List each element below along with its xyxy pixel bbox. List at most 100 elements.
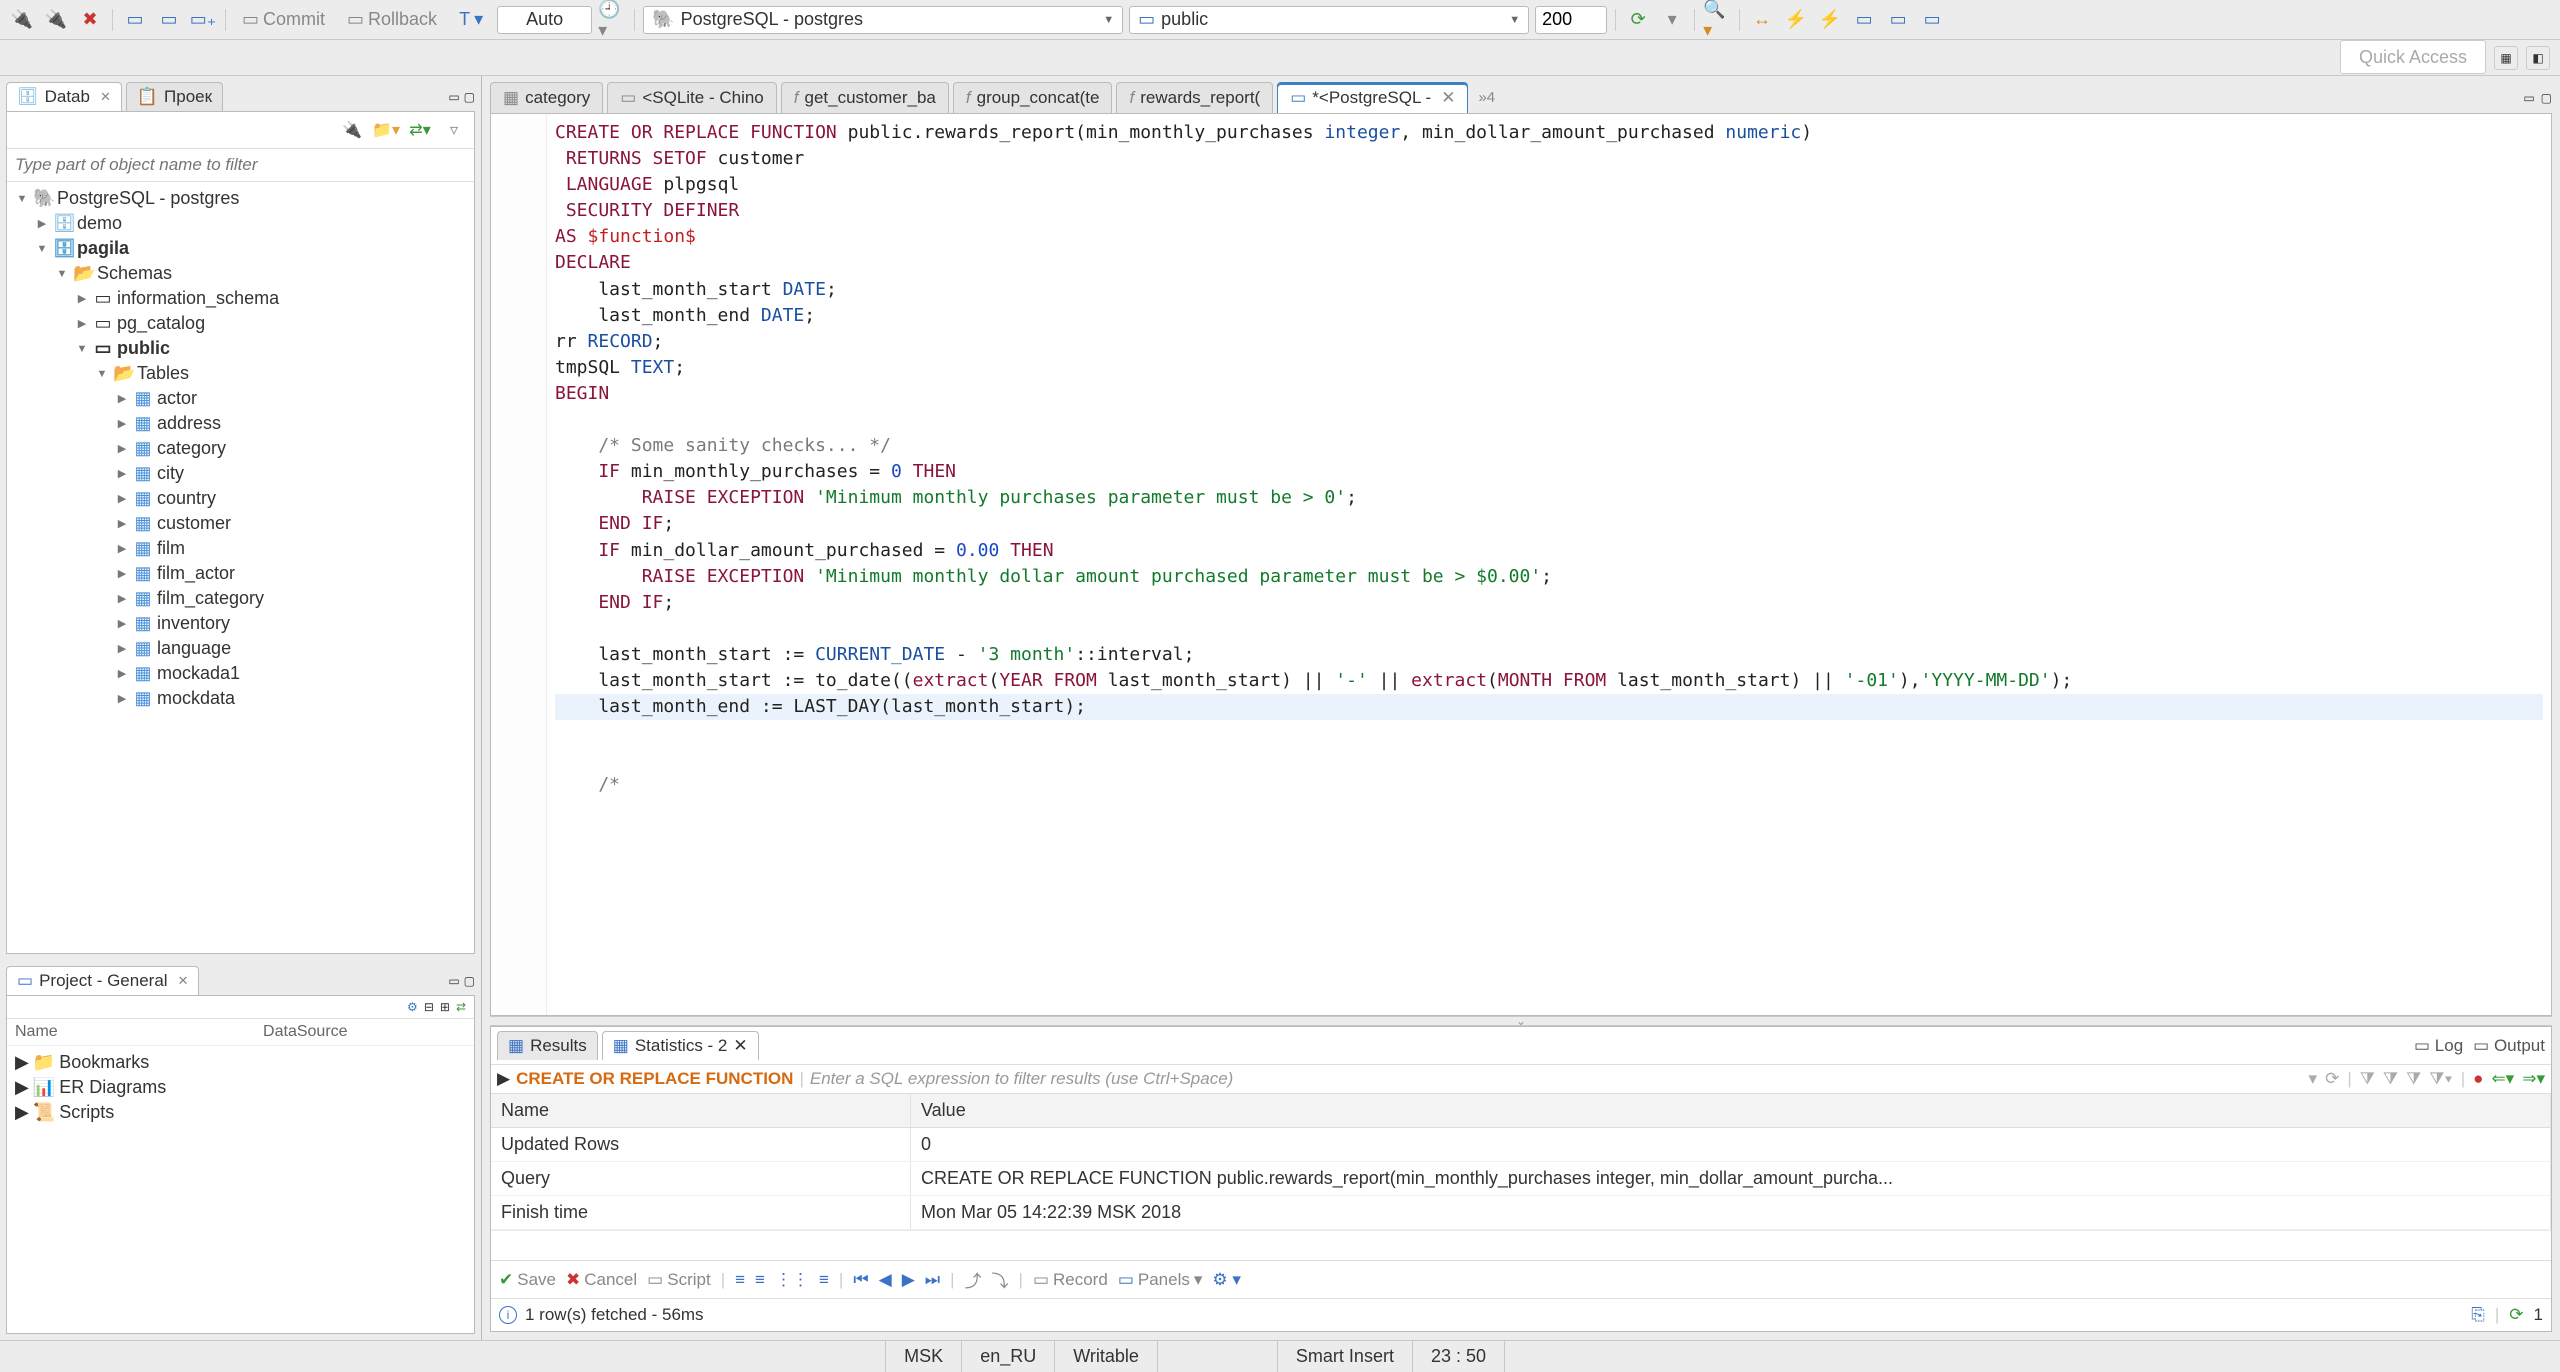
result-row[interactable]: Updated Rows 0 (491, 1128, 2551, 1162)
horizontal-sash[interactable] (490, 1016, 2552, 1026)
maximize-icon[interactable]: ▢ (464, 974, 475, 988)
tab-results[interactable]: ▦Results (497, 1031, 598, 1060)
script-button[interactable]: ▭Script (647, 1270, 711, 1290)
tab-sqlite[interactable]: ▭<SQLite - Chino (607, 82, 777, 113)
panel2-icon[interactable]: ▭ (1884, 6, 1912, 34)
panel1-icon[interactable]: ▭ (1850, 6, 1878, 34)
result-row[interactable]: Query CREATE OR REPLACE FUNCTION public.… (491, 1162, 2551, 1196)
tree-table[interactable]: ▶▦film (7, 536, 474, 561)
panel3-icon[interactable]: ▭ (1918, 6, 1946, 34)
nav-back-icon[interactable]: ⇐▾ (2491, 1069, 2514, 1089)
tree-table[interactable]: ▶▦inventory (7, 611, 474, 636)
project-item[interactable]: ▶📊ER Diagrams (11, 1075, 470, 1100)
sql-editor-recent-icon[interactable]: ▭₊ (189, 6, 217, 34)
maximize-icon[interactable]: ▢ (2541, 91, 2552, 105)
collapse-icon[interactable]: ⊟ (424, 1000, 434, 1014)
cancel-button[interactable]: ✖Cancel (566, 1270, 637, 1290)
save-button[interactable]: ✔Save (499, 1270, 556, 1290)
sql-editor-new-icon[interactable]: ▭ (155, 6, 183, 34)
funnel-icon[interactable]: ⧩ (2360, 1069, 2375, 1089)
prev-icon[interactable]: ◀ (879, 1270, 892, 1290)
tree-table[interactable]: ▶▦country (7, 486, 474, 511)
folder-icon[interactable]: 📁▾ (372, 116, 400, 144)
view-menu-icon[interactable]: ▿ (440, 116, 468, 144)
tree-table[interactable]: ▶▦city (7, 461, 474, 486)
tree-connection[interactable]: ▼🐘PostgreSQL - postgres (7, 186, 474, 211)
import-icon[interactable]: ⤵ (992, 1267, 1009, 1292)
editor-code[interactable]: CREATE OR REPLACE FUNCTION public.reward… (547, 114, 2551, 1015)
align-icon[interactable]: ⋮⋮ (775, 1270, 809, 1290)
equals-icon[interactable]: ⇄▾ (406, 116, 434, 144)
output-button[interactable]: ▭ Output (2473, 1036, 2545, 1056)
tree-table[interactable]: ▶▦film_category (7, 586, 474, 611)
stop-icon[interactable]: ▾ (1658, 6, 1686, 34)
project-item[interactable]: ▶📁Bookmarks (11, 1050, 470, 1075)
col-name[interactable]: Name (491, 1094, 911, 1127)
tree-database[interactable]: ▶🗄demo (7, 211, 474, 236)
funnel-icon[interactable]: ⧩ (2383, 1069, 2398, 1089)
tree-table[interactable]: ▶▦actor (7, 386, 474, 411)
gear-icon[interactable]: ⚙ (407, 1000, 418, 1014)
panels-button[interactable]: ▭Panels ▾ (1118, 1270, 1203, 1290)
tx-button[interactable]: T▾ (451, 5, 491, 34)
bolt2-icon[interactable]: ⚡ (1816, 6, 1844, 34)
next-icon[interactable]: ▶ (902, 1270, 915, 1290)
find-icon[interactable]: 🔍▾ (1703, 6, 1731, 34)
sql-editor[interactable]: CREATE OR REPLACE FUNCTION public.reward… (490, 113, 2552, 1016)
align-icon[interactable]: ≡ (755, 1270, 765, 1290)
link-icon[interactable]: ⇄ (456, 1000, 466, 1014)
tab-project[interactable]: 📋 Проек (126, 82, 223, 111)
history-icon[interactable]: 🕘▾ (598, 6, 626, 34)
perspective2-icon[interactable]: ◧ (2526, 46, 2550, 70)
tabs-overflow[interactable]: »4 (1478, 89, 1495, 106)
minimize-icon[interactable]: ▭ (448, 974, 459, 988)
export-icon[interactable]: ⤴ (965, 1267, 982, 1292)
result-row[interactable]: Finish time Mon Mar 05 14:22:39 MSK 2018 (491, 1196, 2551, 1230)
tree-schemas[interactable]: ▼📂Schemas (7, 261, 474, 286)
close-icon[interactable]: ✕ (1441, 88, 1455, 108)
tab-project-general[interactable]: ▭ Project - General ✕ (6, 966, 199, 995)
results-filter[interactable]: ▶ CREATE OR REPLACE FUNCTION | Enter a S… (491, 1065, 2551, 1094)
export-data-icon[interactable]: ⎘ (2471, 1305, 2485, 1325)
refresh-icon[interactable]: ⟳ (1624, 6, 1652, 34)
tab-category[interactable]: ▦category (490, 82, 603, 113)
row-limit-input[interactable] (1535, 6, 1607, 34)
minimize-icon[interactable]: ▭ (448, 90, 459, 104)
refresh-icon[interactable]: ⟳ (2509, 1305, 2523, 1325)
record-button[interactable]: ▭Record (1033, 1270, 1108, 1290)
tab-get-customer[interactable]: fget_customer_ba (781, 82, 949, 113)
close-icon[interactable]: ✕ (178, 973, 189, 989)
log-button[interactable]: ▭ Log (2414, 1036, 2463, 1056)
tree-table[interactable]: ▶▦language (7, 636, 474, 661)
close-icon[interactable]: ✕ (100, 89, 111, 105)
filter-expand-icon[interactable]: ▶ (497, 1069, 510, 1089)
tree-table[interactable]: ▶▦category (7, 436, 474, 461)
tx-mode-combo[interactable]: Auto (497, 6, 592, 34)
tree-schema[interactable]: ▶▭information_schema (7, 286, 474, 311)
gear-icon[interactable]: ⚙ ▾ (1212, 1270, 1241, 1290)
schema-combo[interactable]: ▭ public ▼ (1129, 6, 1529, 34)
tab-postgres-sql[interactable]: ▭*<PostgreSQL - ✕ (1277, 82, 1468, 113)
first-icon[interactable]: ⏮ (853, 1270, 868, 1290)
funnel-icon[interactable]: ⧩ (2406, 1069, 2421, 1089)
error-icon[interactable]: ● (2473, 1069, 2483, 1089)
tree-table[interactable]: ▶▦mockdata (7, 686, 474, 711)
last-icon[interactable]: ⏭ (925, 1270, 940, 1290)
connect2-icon[interactable]: 🔌 (42, 6, 70, 34)
tab-database-navigator[interactable]: 🗄 Datab ✕ (6, 82, 122, 111)
tree-table[interactable]: ▶▦address (7, 411, 474, 436)
bolt-icon[interactable]: ⚡ (1782, 6, 1810, 34)
tree-schema[interactable]: ▶▭pg_catalog (7, 311, 474, 336)
quick-access[interactable]: Quick Access (2340, 47, 2486, 68)
connection-combo[interactable]: 🐘 PostgreSQL - postgres ▼ (643, 6, 1123, 34)
tab-statistics[interactable]: ▦Statistics - 2✕ (602, 1031, 759, 1060)
connect-icon[interactable]: 🔌 (8, 6, 36, 34)
chevron-down-icon[interactable]: ▾ (2309, 1069, 2318, 1089)
close-icon[interactable]: ✕ (733, 1036, 747, 1056)
perspective-icon[interactable]: ▦ (2494, 46, 2518, 70)
nav-fwd-icon[interactable]: ⇒▾ (2522, 1069, 2545, 1089)
tree-table[interactable]: ▶▦mockada1 (7, 661, 474, 686)
tree-schema[interactable]: ▼▭public (7, 336, 474, 361)
tree-table[interactable]: ▶▦film_actor (7, 561, 474, 586)
tree-filter-input[interactable] (7, 149, 474, 182)
